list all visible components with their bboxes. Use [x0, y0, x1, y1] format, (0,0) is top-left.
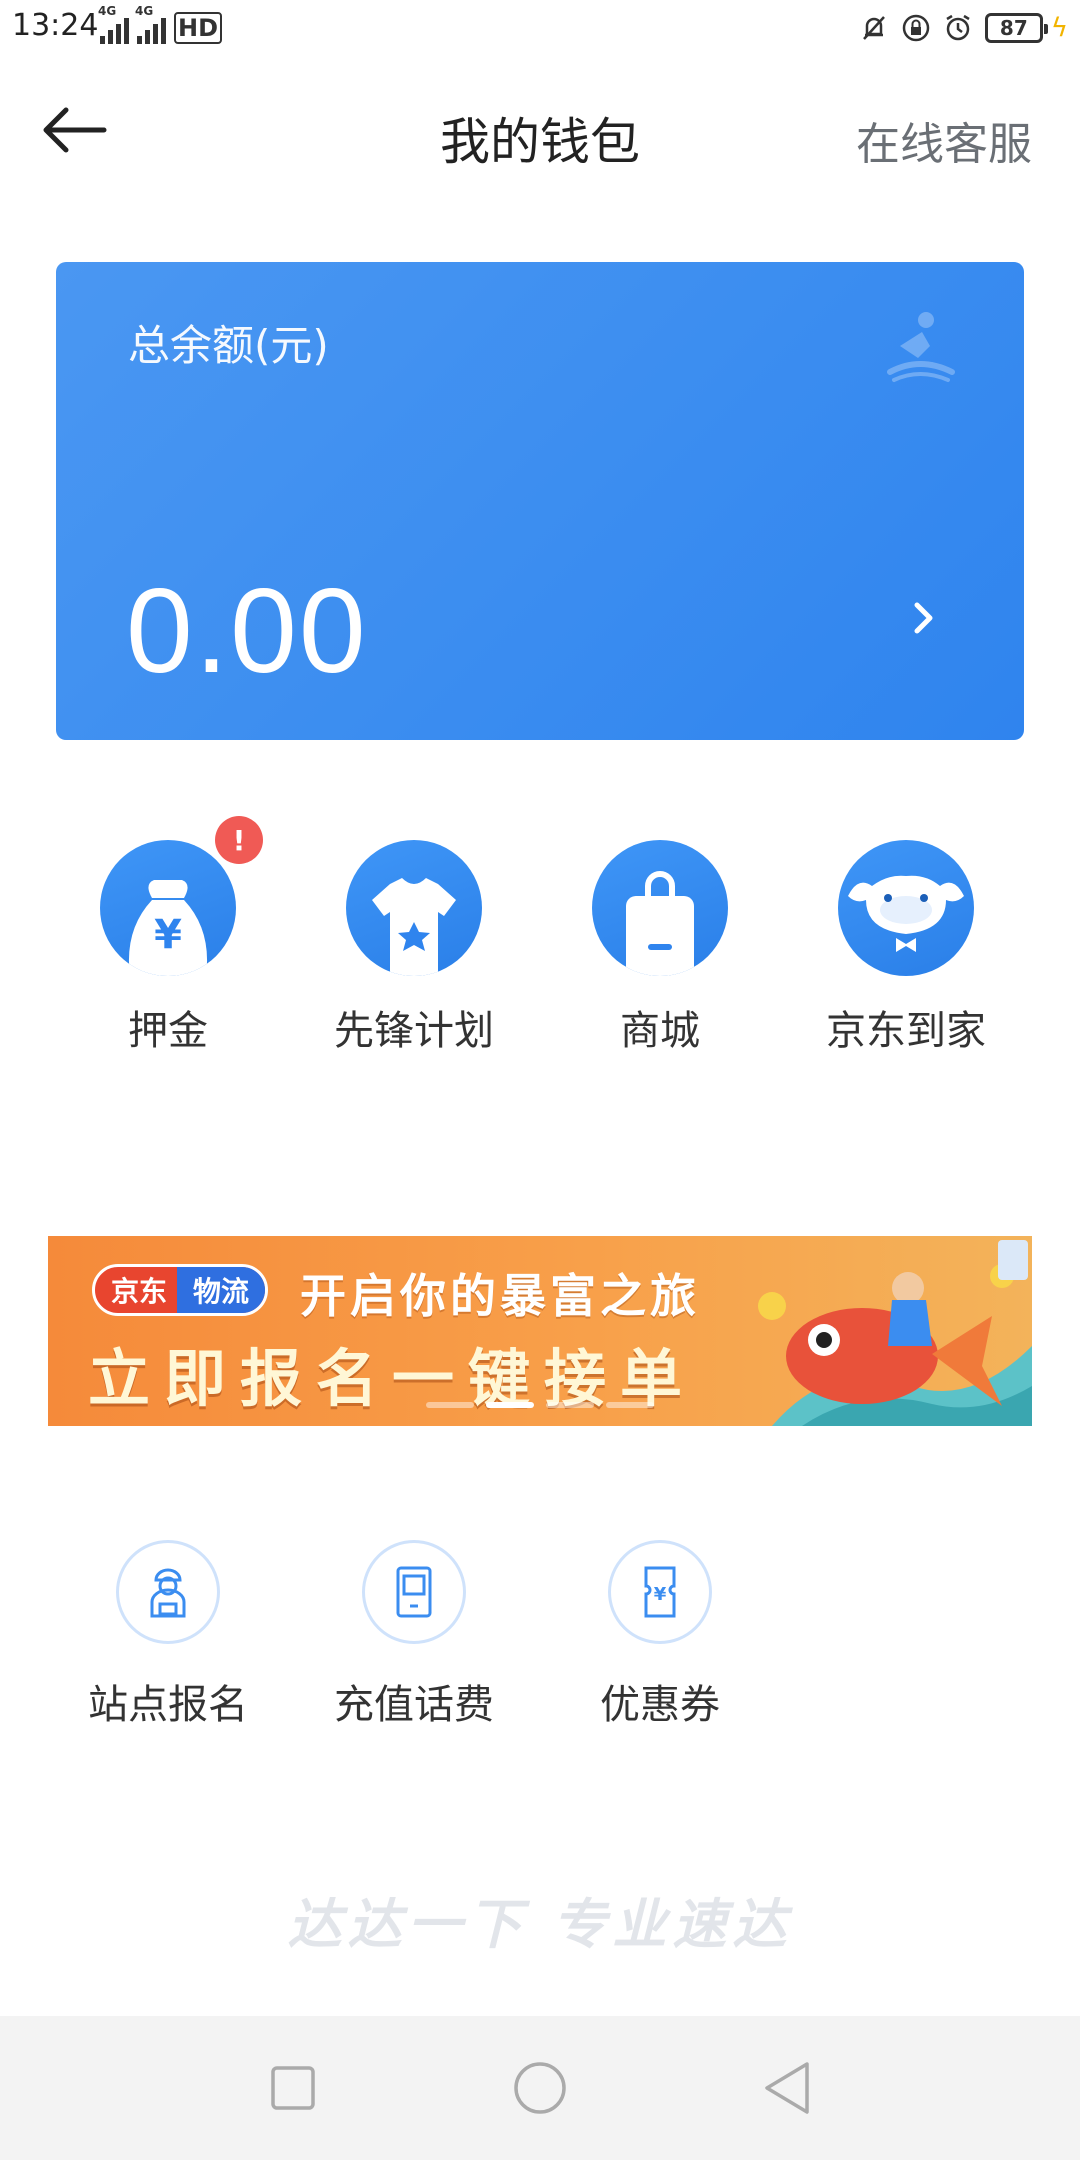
coupon-icon: ¥: [608, 1540, 712, 1644]
service-grid: ¥ ! 押金 先锋计划 商城 京东到家: [45, 816, 1080, 1056]
status-time: 13:24: [12, 8, 99, 43]
balance-amount: 0.00: [126, 564, 368, 698]
tool-label: 充值话费: [334, 1682, 494, 1728]
service-deposit[interactable]: ¥ ! 押金: [45, 816, 291, 1056]
online-service-button[interactable]: 在线客服: [856, 108, 1032, 172]
brand-slogan: 达达一下 专业速达: [287, 1893, 793, 1956]
system-navigation-bar: [0, 2016, 1080, 2160]
alarm-icon: [946, 14, 970, 41]
jd-logistics-logo: 京东 物流: [92, 1264, 269, 1316]
banner-pagination: [426, 1402, 654, 1408]
balance-label: 总余额(元): [128, 321, 329, 370]
chevron-right-icon: [904, 590, 944, 646]
service-label: 商城: [620, 1008, 700, 1054]
tools-grid: 站点报名 充值话费 ¥ 优惠券: [45, 1540, 1080, 1730]
banner-headline: 开启你的暴富之旅: [300, 1269, 700, 1323]
svg-text:¥: ¥: [154, 912, 182, 958]
network-tag-1: 4G: [98, 4, 117, 18]
service-label: 京东到家: [826, 1008, 986, 1054]
pagination-dot-active: [486, 1402, 534, 1408]
network-tag-2: 4G: [135, 4, 154, 18]
dada-logo-icon: [887, 312, 955, 382]
nav-bar: 我的钱包 在线客服: [0, 80, 1080, 180]
money-bag-icon: ¥: [100, 840, 236, 976]
tool-station-signup[interactable]: 站点报名: [45, 1540, 291, 1730]
tool-label: 站点报名: [88, 1682, 248, 1728]
alert-badge: !: [215, 816, 263, 864]
network-indicators: 4G 4G HD: [98, 4, 223, 44]
circle-icon: [514, 2062, 566, 2114]
tool-coupons[interactable]: ¥ 优惠券: [537, 1540, 783, 1730]
brand-jd: 京东: [111, 1275, 168, 1308]
brand-logistics: 物流: [177, 1267, 266, 1313]
signal-icon: 4G: [98, 4, 129, 44]
service-label: 先锋计划: [334, 1008, 494, 1054]
tool-label: 优惠券: [600, 1682, 720, 1728]
rotation-lock-icon: [902, 14, 930, 42]
system-back-button[interactable]: [742, 2043, 832, 2133]
service-pioneer-plan[interactable]: 先锋计划: [291, 840, 537, 1056]
square-icon: [271, 2066, 316, 2110]
balance-card[interactable]: 总余额(元) 0.00: [56, 262, 1024, 740]
battery-indicator: 87: [984, 13, 1048, 43]
tool-phone-recharge[interactable]: 充值话费: [291, 1540, 537, 1730]
status-bar: 13:24 4G 4G HD 87 ϟ: [0, 0, 1080, 56]
recent-apps-button[interactable]: [248, 2043, 338, 2133]
pagination-dot: [426, 1402, 474, 1408]
jd-dog-icon: [838, 840, 974, 976]
service-mall[interactable]: 商城: [537, 840, 783, 1056]
courier-icon: [116, 1540, 220, 1644]
koi-illustration-icon: [758, 1240, 1032, 1426]
promo-banner[interactable]: 京东 物流 开启你的暴富之旅 立即报名一键接单: [48, 1236, 1032, 1426]
pagination-dot: [606, 1402, 654, 1408]
arrow-left-icon: [43, 107, 107, 153]
triangle-back-icon: [764, 2062, 809, 2114]
service-jd-home[interactable]: 京东到家: [783, 840, 1029, 1056]
mute-bell-icon: [862, 16, 885, 40]
svg-text:¥: ¥: [654, 1584, 667, 1605]
pagination-dot: [546, 1402, 594, 1408]
phone-icon: [362, 1540, 466, 1644]
status-icons: 87 ϟ: [859, 8, 1068, 48]
charging-icon: ϟ: [1050, 13, 1068, 43]
tshirt-icon: [346, 840, 482, 976]
service-label: 押金: [128, 1008, 208, 1054]
home-button[interactable]: [495, 2043, 585, 2133]
shopping-bag-icon: [592, 840, 728, 976]
hd-badge: HD: [174, 12, 223, 44]
signal-icon: 4G: [135, 4, 166, 44]
back-button[interactable]: [40, 100, 120, 160]
